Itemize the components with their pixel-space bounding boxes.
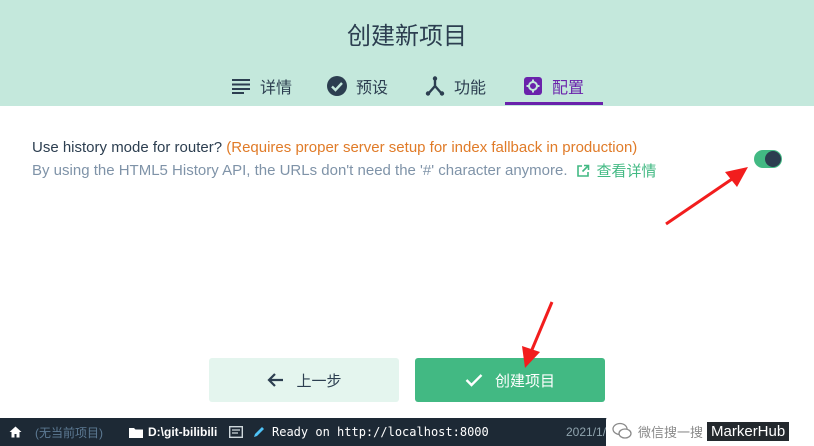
watermark: 微信搜一搜 MarkerHub bbox=[606, 416, 814, 446]
previous-step-label: 上一步 bbox=[296, 372, 342, 390]
toggle-knob bbox=[765, 151, 781, 167]
folder-icon bbox=[129, 418, 143, 446]
header: 创建新项目 详情 预设 功能 配置 bbox=[0, 0, 814, 106]
working-directory[interactable]: D:\git-bilibili bbox=[148, 418, 217, 446]
gear-icon bbox=[522, 75, 544, 97]
history-mode-toggle[interactable] bbox=[754, 150, 782, 168]
setting-warning: (Requires proper server setup for index … bbox=[226, 139, 638, 156]
tab-features[interactable]: 功能 bbox=[424, 66, 486, 106]
watermark-brand: MarkerHub bbox=[707, 421, 790, 441]
more-details-link[interactable]: 查看详情 bbox=[576, 160, 657, 181]
more-details-label: 查看详情 bbox=[596, 163, 657, 180]
setting-question: Use history mode for router? (Requires p… bbox=[32, 139, 637, 156]
setting-description-text: By using the HTML5 History API, the URLs… bbox=[32, 162, 568, 179]
create-project-label: 创建项目 bbox=[494, 372, 555, 390]
list-icon bbox=[230, 75, 252, 97]
tab-label: 配置 bbox=[552, 80, 585, 97]
previous-step-button[interactable]: 上一步 bbox=[209, 358, 399, 402]
terminal-icon bbox=[229, 418, 243, 446]
watermark-label: 微信搜一搜 bbox=[638, 424, 704, 440]
setting-description: By using the HTML5 History API, the URLs… bbox=[32, 160, 657, 181]
tab-label: 功能 bbox=[454, 80, 487, 97]
tab-label: 预设 bbox=[356, 80, 389, 97]
page-title: 创建新项目 bbox=[347, 23, 467, 50]
setting-question-text: Use history mode for router? bbox=[32, 139, 223, 156]
tab-config[interactable]: 配置 bbox=[522, 66, 584, 106]
tab-presets[interactable]: 预设 bbox=[326, 66, 388, 106]
wechat-icon bbox=[612, 422, 632, 439]
pencil-icon bbox=[253, 418, 265, 446]
tab-details[interactable]: 详情 bbox=[230, 66, 292, 106]
fork-icon bbox=[424, 75, 446, 97]
active-tab-indicator bbox=[505, 102, 603, 105]
annotation-arrow-toggle bbox=[665, 167, 748, 226]
current-project[interactable]: (无当前项目) bbox=[35, 418, 103, 446]
create-project-button[interactable]: 创建项目 bbox=[415, 358, 605, 402]
arrow-left-icon bbox=[267, 373, 284, 387]
home-icon[interactable] bbox=[9, 418, 22, 446]
tab-label: 详情 bbox=[260, 80, 293, 97]
external-link-icon bbox=[576, 164, 589, 177]
check-circle-icon bbox=[326, 75, 348, 97]
check-icon bbox=[465, 374, 483, 387]
server-log: Ready on http://localhost:8000 bbox=[272, 425, 489, 439]
tab-bar: 详情 预设 功能 配置 bbox=[0, 66, 814, 106]
